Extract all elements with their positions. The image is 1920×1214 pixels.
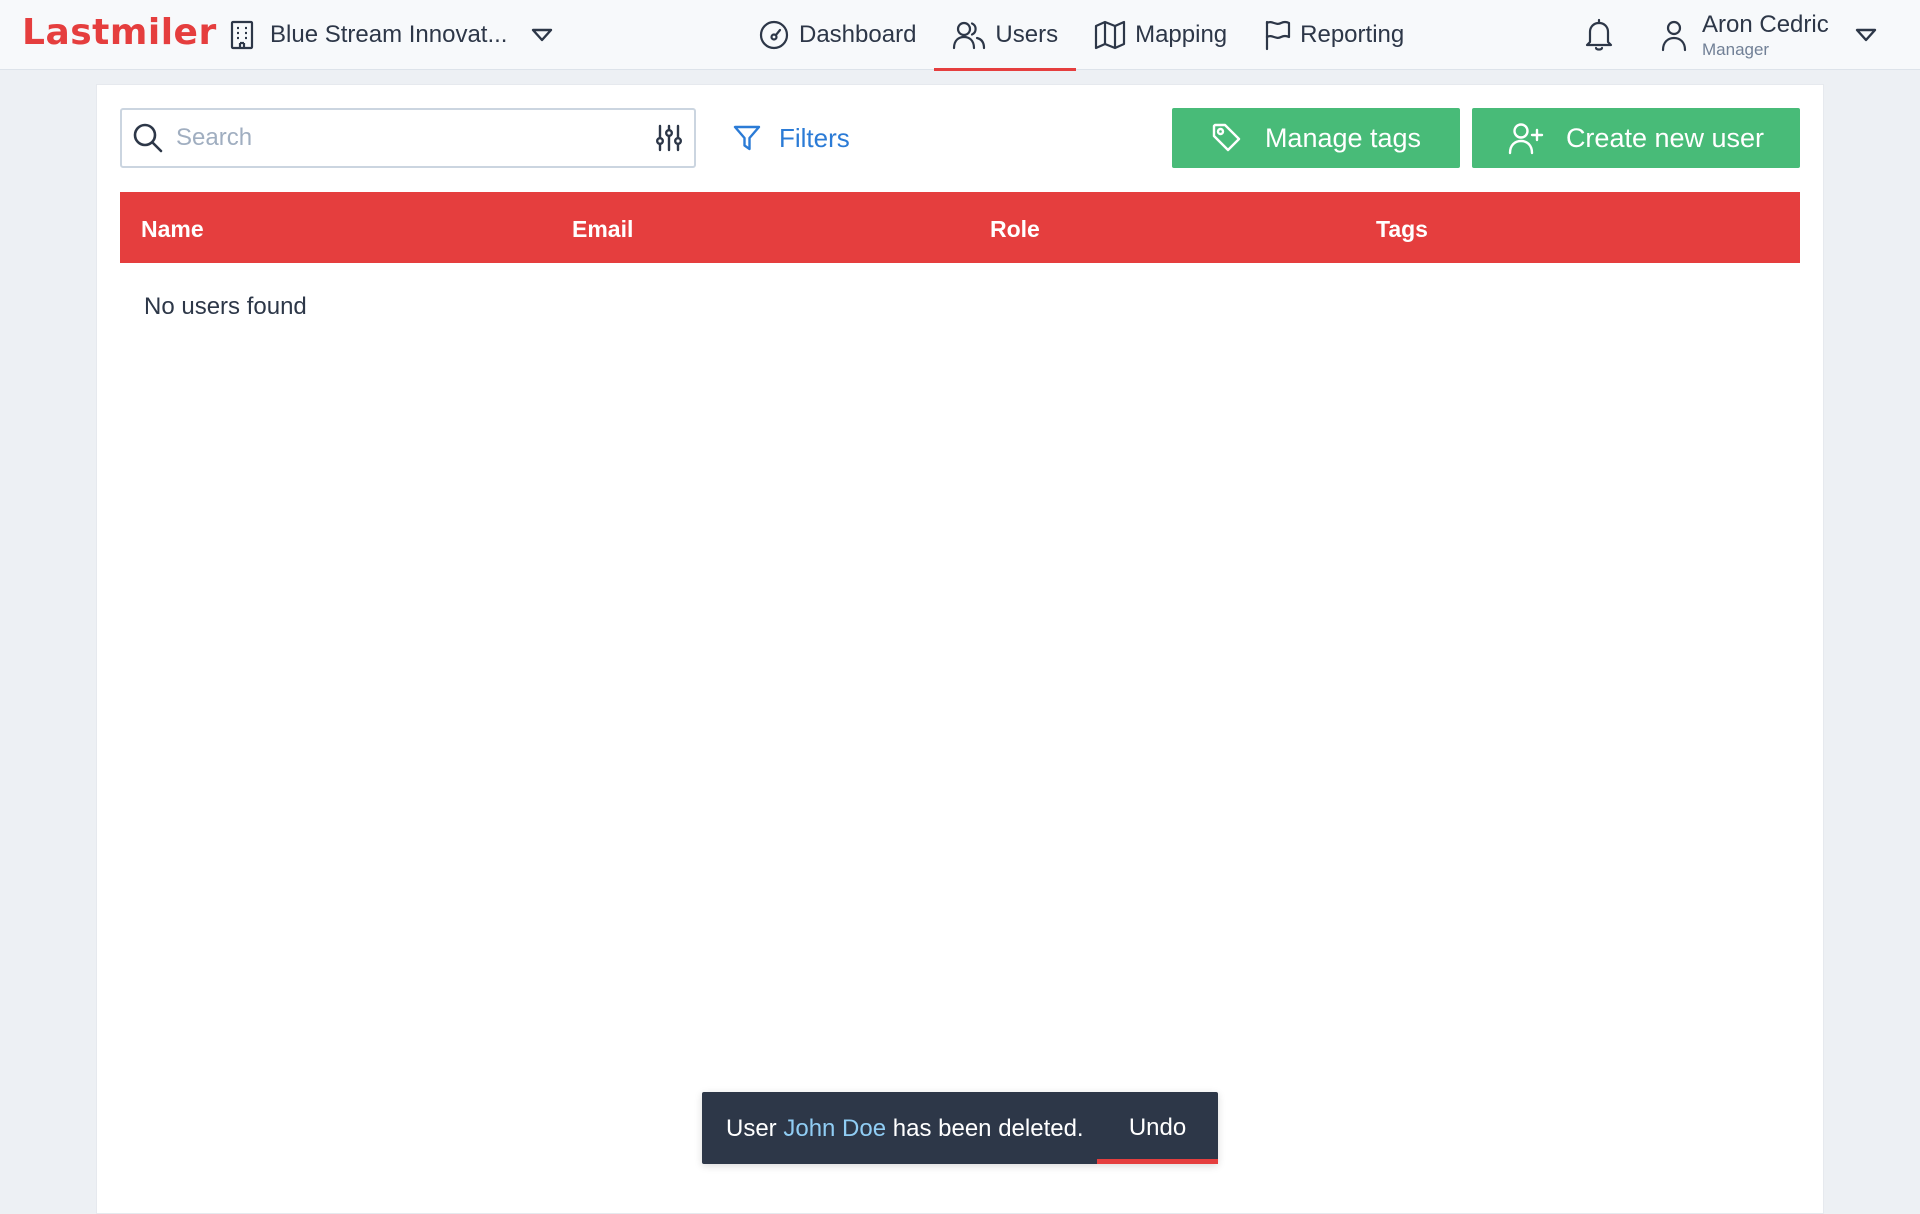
nav-item-label: Dashboard: [799, 21, 917, 48]
user-menu[interactable]: Aron Cedric Manager: [1660, 10, 1877, 60]
nav-item-label: Users: [995, 21, 1059, 48]
column-header-role[interactable]: Role: [990, 216, 1040, 243]
user-avatar-icon: [1660, 18, 1688, 52]
column-header-name[interactable]: Name: [141, 216, 204, 243]
tag-icon: [1211, 122, 1243, 154]
create-new-user-label: Create new user: [1565, 122, 1765, 153]
top-navigation-bar: Lastmiler Blue Stream Innovat... Dashboa…: [0, 0, 1920, 71]
toast-prefix: User: [726, 1115, 777, 1142]
nav-item-reporting[interactable]: Reporting: [1245, 0, 1422, 70]
nav-item-label: Reporting: [1300, 21, 1405, 48]
building-icon: [228, 20, 256, 50]
search-box: [120, 108, 696, 168]
organization-name: Blue Stream Innovat...: [270, 21, 508, 48]
filters-label: Filters: [779, 122, 850, 153]
deletion-toast: User John Doe has been deleted. Undo: [702, 1092, 1218, 1164]
undo-button[interactable]: Undo: [1097, 1092, 1218, 1164]
user-identity: Aron Cedric Manager: [1702, 10, 1829, 59]
flag-icon: [1263, 19, 1291, 51]
column-header-email[interactable]: Email: [572, 216, 633, 243]
user-plus-icon: [1508, 121, 1544, 155]
manage-tags-label: Manage tags: [1264, 122, 1422, 153]
nav-item-users[interactable]: Users: [934, 0, 1076, 71]
nav-item-label: Mapping: [1135, 21, 1228, 48]
filters-button[interactable]: Filters: [733, 115, 850, 161]
column-header-tags[interactable]: Tags: [1376, 216, 1428, 243]
user-role: Manager: [1702, 39, 1770, 59]
users-icon: [952, 19, 986, 51]
map-icon: [1094, 20, 1126, 50]
users-table-header: Name Email Role Tags: [120, 192, 1800, 263]
notifications-bell-icon[interactable]: [1583, 18, 1615, 52]
search-icon: [132, 122, 164, 154]
app-logo[interactable]: Lastmiler: [22, 12, 217, 53]
user-name: Aron Cedric: [1702, 10, 1829, 38]
create-new-user-button[interactable]: Create new user: [1472, 108, 1800, 168]
empty-table-message: No users found: [144, 293, 307, 320]
main-navigation: Dashboard Users Mapping Reporting: [740, 0, 1422, 71]
organization-selector[interactable]: Blue Stream Innovat...: [228, 16, 553, 54]
users-panel: Filters Manage tags Create new user Name…: [96, 84, 1824, 1214]
chevron-down-icon: [1855, 28, 1877, 42]
deleted-user-name: John Doe: [783, 1115, 887, 1142]
search-input[interactable]: [176, 124, 654, 152]
nav-item-dashboard[interactable]: Dashboard: [740, 0, 934, 70]
search-settings-sliders-icon[interactable]: [654, 123, 684, 153]
toast-message: User John Doe has been deleted.: [726, 1115, 1084, 1143]
nav-item-mapping[interactable]: Mapping: [1076, 0, 1245, 70]
chevron-down-icon: [531, 28, 553, 42]
toast-suffix: has been deleted.: [892, 1115, 1084, 1142]
filter-funnel-icon: [733, 124, 761, 152]
gauge-icon: [758, 19, 790, 51]
manage-tags-button[interactable]: Manage tags: [1172, 108, 1460, 168]
